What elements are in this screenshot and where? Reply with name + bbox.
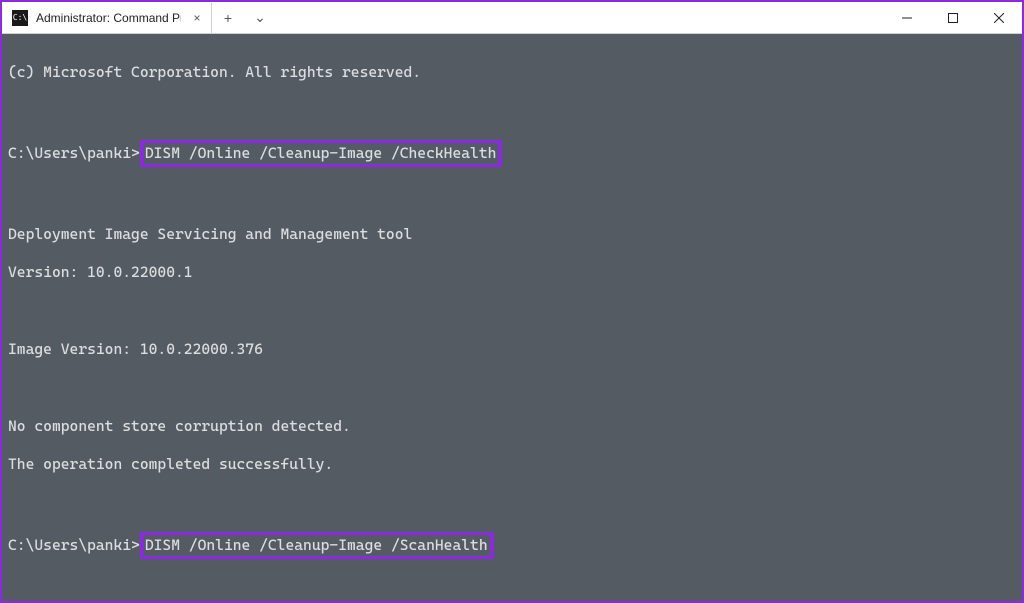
prompt-line: C:\Users\panki>DISM /Online /Cleanup-Ima… [8, 140, 1016, 167]
blank-line [8, 578, 1016, 597]
blank-line [8, 378, 1016, 397]
blank-line [8, 186, 1016, 205]
tool-header: Deployment Image Servicing and Managemen… [8, 225, 1016, 244]
window-controls [884, 2, 1022, 34]
maximize-button[interactable] [930, 2, 976, 34]
tab-title: Administrator: Command Promp [36, 11, 181, 25]
result-line: The operation completed successfully. [8, 455, 1016, 474]
active-tab[interactable]: C:\ Administrator: Command Promp × [2, 3, 212, 33]
result-line: No component store corruption detected. [8, 417, 1016, 436]
maximize-icon [948, 13, 958, 23]
title-bar: C:\ Administrator: Command Promp × + ⌄ [2, 2, 1022, 34]
prompt-line: C:\Users\panki>DISM /Online /Cleanup-Ima… [8, 532, 1016, 559]
copyright-line: (c) Microsoft Corporation. All rights re… [8, 63, 1016, 82]
prompt-text: C:\Users\panki> [8, 144, 140, 162]
minimize-button[interactable] [884, 2, 930, 34]
prompt-text: C:\Users\panki> [8, 536, 140, 554]
tab-dropdown-button[interactable]: ⌄ [244, 3, 276, 33]
image-version: Image Version: 10.0.22000.376 [8, 340, 1016, 359]
new-tab-button[interactable]: + [212, 3, 244, 33]
close-tab-button[interactable]: × [189, 10, 205, 26]
blank-line [8, 301, 1016, 320]
terminal-icon: C:\ [12, 10, 28, 26]
terminal-output[interactable]: (c) Microsoft Corporation. All rights re… [2, 34, 1022, 601]
minimize-icon [902, 13, 912, 23]
close-window-button[interactable] [976, 2, 1022, 34]
dism-scanhealth-command: DISM /Online /Cleanup-Image /ScanHealth [140, 532, 493, 559]
close-icon [994, 13, 1004, 23]
blank-line [8, 102, 1016, 121]
blank-line [8, 493, 1016, 512]
tool-version: Version: 10.0.22000.1 [8, 263, 1016, 282]
dism-checkhealth-command: DISM /Online /Cleanup-Image /CheckHealth [140, 140, 502, 167]
